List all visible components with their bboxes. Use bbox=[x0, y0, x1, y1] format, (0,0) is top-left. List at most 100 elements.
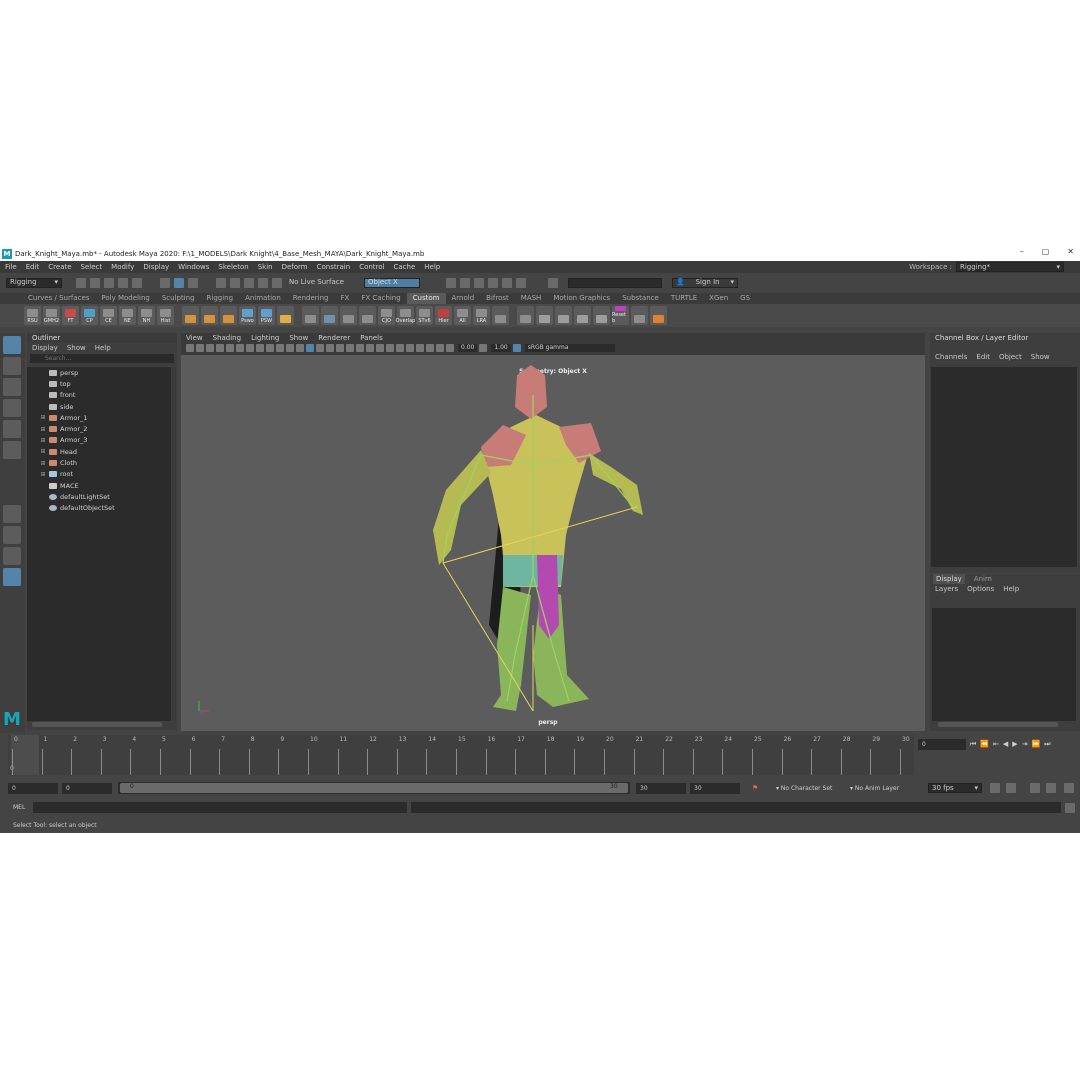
render-frame-icon[interactable] bbox=[446, 277, 456, 288]
default-material-icon[interactable] bbox=[316, 344, 324, 352]
shelf-tab-xgen[interactable]: XGen bbox=[703, 293, 734, 304]
shelf-button-tool-10[interactable] bbox=[220, 306, 237, 325]
menu-modify[interactable]: Modify bbox=[111, 263, 134, 271]
menuset-dropdown[interactable]: Rigging ▾ bbox=[6, 277, 62, 288]
expand-plus-icon[interactable]: ⊞ bbox=[37, 448, 49, 455]
current-time-field[interactable]: 0 bbox=[918, 738, 966, 750]
safe-action-icon[interactable] bbox=[276, 344, 284, 352]
fps-dropdown[interactable]: 30 fps ▾ bbox=[928, 783, 982, 793]
shelf-button-tool-14[interactable] bbox=[302, 306, 319, 325]
auto-key-icon[interactable]: ⚑ bbox=[752, 784, 758, 792]
gamma-field[interactable]: 1.00 bbox=[491, 344, 511, 352]
range-slider-handle[interactable] bbox=[120, 783, 628, 793]
menu-skin[interactable]: Skin bbox=[258, 263, 273, 271]
shelf-tab-arnold[interactable]: Arnold bbox=[446, 293, 481, 304]
loop-icon[interactable] bbox=[1046, 783, 1056, 793]
shelf-button-reset-b[interactable]: Reset b bbox=[612, 306, 629, 325]
layer-tab-anim[interactable]: Anim bbox=[971, 574, 995, 584]
step-forward-frame-icon[interactable]: ⇥ bbox=[1022, 740, 1028, 748]
outliner-item-armor-3[interactable]: ⊞ Armor_3 bbox=[27, 435, 171, 446]
outliner-item-front[interactable]: front bbox=[27, 390, 171, 401]
wireframe-on-shaded-icon[interactable] bbox=[326, 344, 334, 352]
viewport-menu-shading[interactable]: Shading bbox=[213, 333, 241, 343]
shelf-button-tool-31[interactable] bbox=[631, 306, 648, 325]
shelf-button-ft[interactable]: FT bbox=[62, 306, 79, 325]
time-slider[interactable]: 0 01234567891011121314151617181920212223… bbox=[8, 735, 914, 775]
wireframe-icon[interactable] bbox=[296, 344, 304, 352]
snap-point-icon[interactable] bbox=[244, 277, 254, 288]
shelf-tab-substance[interactable]: Substance bbox=[616, 293, 665, 304]
shelf-button-cjo[interactable]: CJO bbox=[378, 306, 395, 325]
resolution-gate-icon[interactable] bbox=[246, 344, 254, 352]
shelf-button-tool-32[interactable] bbox=[650, 306, 667, 325]
mel-label[interactable]: MEL bbox=[13, 804, 25, 811]
textured-icon[interactable] bbox=[336, 344, 344, 352]
outliner-scrollbar[interactable] bbox=[172, 367, 176, 721]
select-tool-icon[interactable] bbox=[3, 336, 21, 354]
outliner-menu-show[interactable]: Show bbox=[67, 343, 86, 353]
animation-preferences-icon[interactable] bbox=[1006, 783, 1016, 793]
menu-constrain[interactable]: Constrain bbox=[317, 263, 351, 271]
maximize-button[interactable]: ▢ bbox=[1042, 247, 1050, 256]
color-management-icon[interactable] bbox=[512, 344, 521, 352]
lasso-tool-icon[interactable] bbox=[3, 357, 21, 375]
shelf-button-tool-13[interactable] bbox=[277, 306, 294, 325]
step-back-key-icon[interactable]: ⏪ bbox=[980, 740, 989, 748]
render-settings-icon[interactable] bbox=[474, 277, 484, 288]
shelf-button-tool-25[interactable] bbox=[517, 306, 534, 325]
symmetry-dropdown[interactable]: Object X bbox=[364, 277, 420, 288]
grid-icon[interactable] bbox=[226, 344, 234, 352]
shelf-button-nh[interactable]: NH bbox=[138, 306, 155, 325]
shelf-button-tool-26[interactable] bbox=[536, 306, 553, 325]
outliner-item-defaultobjectset[interactable]: defaultObjectSet bbox=[27, 503, 171, 514]
shelf-button-tool-24[interactable] bbox=[492, 306, 509, 325]
range-slider[interactable]: 0 30 bbox=[118, 782, 630, 794]
viewport-menu-lighting[interactable]: Lighting bbox=[251, 333, 279, 343]
shelf-tab-motion-graphics[interactable]: Motion Graphics bbox=[547, 293, 616, 304]
anti-aliasing-icon[interactable] bbox=[386, 344, 394, 352]
two-view-layout-icon[interactable] bbox=[3, 547, 21, 565]
playback-options-icon[interactable] bbox=[1064, 783, 1074, 793]
snap-curve-icon[interactable] bbox=[230, 277, 240, 288]
outliner-item-defaultlightset[interactable]: defaultLightSet bbox=[27, 491, 171, 502]
single-perspective-layout-icon[interactable] bbox=[3, 505, 21, 523]
ambient-occlusion-icon[interactable] bbox=[366, 344, 374, 352]
viewport-menu-renderer[interactable]: Renderer bbox=[318, 333, 350, 343]
expand-plus-icon[interactable]: ⊞ bbox=[37, 437, 49, 444]
sign-in-dropdown[interactable]: 👤 Sign In ▾ bbox=[672, 277, 738, 288]
image-plane-icon[interactable] bbox=[216, 344, 224, 352]
shelf-button-lra[interactable]: LRA bbox=[473, 306, 490, 325]
menu-windows[interactable]: Windows bbox=[178, 263, 209, 271]
film-gate-icon[interactable] bbox=[236, 344, 244, 352]
shelf-button-tool-16[interactable] bbox=[340, 306, 357, 325]
close-button[interactable]: ✕ bbox=[1067, 247, 1074, 256]
new-scene-icon[interactable] bbox=[76, 277, 86, 288]
go-to-start-icon[interactable]: ⏮ bbox=[970, 740, 976, 749]
shelf-tab-custom[interactable]: Custom bbox=[406, 293, 446, 304]
channel-box-body[interactable] bbox=[931, 367, 1077, 567]
arnold-render-icon[interactable] bbox=[502, 277, 512, 288]
snap-grid-icon[interactable] bbox=[216, 277, 226, 288]
outliner-horizontal-scrollbar[interactable] bbox=[32, 722, 162, 727]
undo-icon[interactable] bbox=[118, 277, 128, 288]
menu-display[interactable]: Display bbox=[143, 263, 169, 271]
color-space-dropdown[interactable]: sRGB gamma bbox=[524, 344, 615, 352]
outliner-item-head[interactable]: ⊞ Head bbox=[27, 446, 171, 457]
viewport-menu-view[interactable]: View bbox=[186, 333, 203, 343]
motion-blur-icon[interactable] bbox=[376, 344, 384, 352]
select-component-icon[interactable] bbox=[188, 277, 198, 288]
shelf-button-ce[interactable]: CE bbox=[100, 306, 117, 325]
shelf-button-hier[interactable]: Hier bbox=[435, 306, 452, 325]
exposure-field[interactable]: 0.00 bbox=[458, 344, 478, 352]
menu-deform[interactable]: Deform bbox=[282, 263, 308, 271]
shelf-button-overlap[interactable]: Overlap bbox=[396, 306, 415, 325]
shelf-button-tool-27[interactable] bbox=[555, 306, 572, 325]
outliner-menu-display[interactable]: Display bbox=[32, 343, 58, 353]
outliner-menu-help[interactable]: Help bbox=[95, 343, 111, 353]
step-forward-key-icon[interactable]: ⏩ bbox=[1032, 740, 1041, 748]
outliner-item-persp[interactable]: persp bbox=[27, 367, 171, 378]
select-hierarchy-icon[interactable] bbox=[160, 277, 170, 288]
open-scene-icon[interactable] bbox=[90, 277, 100, 288]
expand-plus-icon[interactable]: ⊞ bbox=[37, 460, 49, 467]
command-search-field[interactable] bbox=[568, 277, 662, 288]
